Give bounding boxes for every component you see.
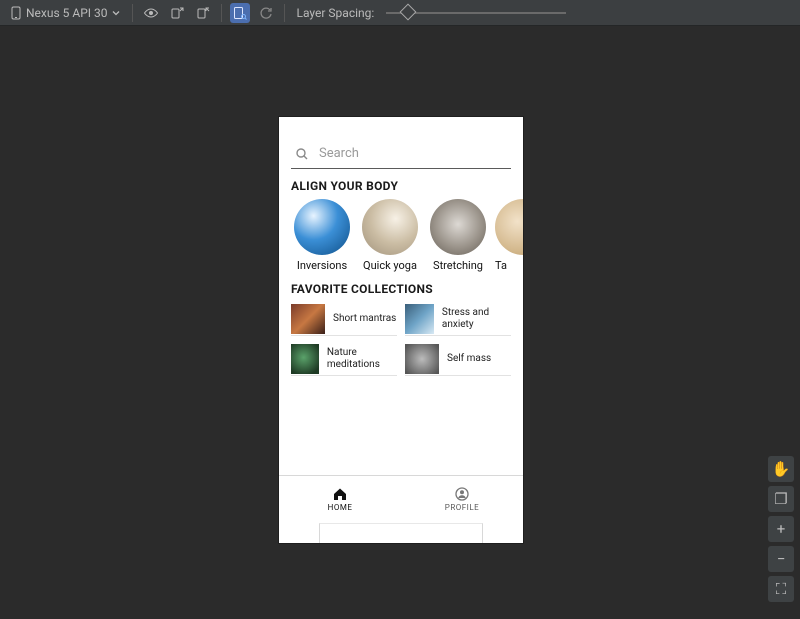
search-input[interactable]: Search — [291, 139, 511, 169]
align-item[interactable]: Quick yoga — [359, 199, 421, 272]
nav-profile-label: PROFILE — [445, 503, 479, 512]
search-icon — [295, 147, 309, 161]
align-body-row[interactable]: Inversions Quick yoga Stretching Ta — [279, 199, 523, 272]
pan-tool-icon[interactable]: ✋ — [768, 456, 794, 482]
import-tree-icon[interactable] — [193, 3, 213, 23]
favorite-label: Short mantras — [333, 313, 396, 325]
favorite-label: Self mass — [447, 353, 491, 365]
inspector-canvas[interactable]: Search ALIGN YOUR BODY Inversions Quick … — [0, 26, 800, 619]
layer-spacing-label: Layer Spacing: — [297, 6, 375, 20]
export-tree-icon[interactable] — [167, 3, 187, 23]
section-title-favorites: FAVORITE COLLECTIONS — [291, 282, 511, 296]
align-avatar — [495, 199, 523, 255]
favorite-card[interactable]: Stress and anxiety — [405, 302, 511, 336]
search-placeholder: Search — [319, 146, 359, 161]
zoom-in-icon[interactable]: + — [768, 516, 794, 542]
nav-home[interactable]: HOME — [279, 476, 401, 523]
nav-profile[interactable]: PROFILE — [401, 476, 523, 523]
align-item[interactable]: Ta — [495, 199, 523, 272]
slider-thumb[interactable] — [399, 3, 416, 20]
nav-home-label: HOME — [328, 503, 353, 512]
ide-toolbar: Nexus 5 API 30 Layer Spacing: — [0, 0, 800, 26]
align-avatar — [430, 199, 486, 255]
favorite-card[interactable]: Self mass — [405, 342, 511, 376]
align-label: Quick yoga — [359, 259, 421, 272]
favorite-thumb — [291, 344, 319, 374]
device-name: Nexus 5 API 30 — [26, 6, 108, 20]
align-item[interactable]: Stretching — [427, 199, 489, 272]
favorite-label: Stress and anxiety — [442, 307, 511, 330]
device-selector[interactable]: Nexus 5 API 30 — [6, 4, 124, 22]
chevron-down-icon — [112, 9, 120, 17]
layers-tool-icon[interactable]: ❐ — [768, 486, 794, 512]
eye-icon[interactable] — [141, 3, 161, 23]
zoom-out-icon[interactable]: − — [768, 546, 794, 572]
section-title-align: ALIGN YOUR BODY — [291, 179, 511, 193]
canvas-tools: ✋ ❐ + − ⛶ — [768, 456, 794, 602]
align-avatar — [362, 199, 418, 255]
align-label: Ta — [495, 259, 523, 272]
home-icon — [332, 487, 348, 501]
favorite-thumb — [405, 344, 439, 374]
nav-layer-offset — [319, 523, 483, 543]
align-label: Inversions — [291, 259, 353, 272]
refresh-icon[interactable] — [256, 3, 276, 23]
favorite-thumb — [291, 304, 325, 334]
layer-spacing-slider[interactable] — [386, 3, 566, 23]
favorites-grid: Short mantras Stress and anxiety Nature … — [279, 302, 523, 376]
separator — [284, 4, 285, 22]
align-label: Stretching — [427, 259, 489, 272]
favorite-card[interactable]: Nature meditations — [291, 342, 397, 376]
device-frame: Search ALIGN YOUR BODY Inversions Quick … — [279, 117, 523, 543]
align-item[interactable]: Inversions — [291, 199, 353, 272]
fullscreen-icon[interactable]: ⛶ — [768, 576, 794, 602]
layout-inspector-mode-icon[interactable] — [230, 3, 250, 23]
separator — [221, 4, 222, 22]
favorite-label: Nature meditations — [327, 347, 397, 370]
bottom-nav: HOME PROFILE — [279, 475, 523, 523]
app-screen: Search ALIGN YOUR BODY Inversions Quick … — [279, 127, 523, 513]
favorite-card[interactable]: Short mantras — [291, 302, 397, 336]
favorite-thumb — [405, 304, 434, 334]
align-avatar — [294, 199, 350, 255]
profile-icon — [455, 487, 469, 501]
separator — [132, 4, 133, 22]
phone-icon — [10, 6, 22, 20]
